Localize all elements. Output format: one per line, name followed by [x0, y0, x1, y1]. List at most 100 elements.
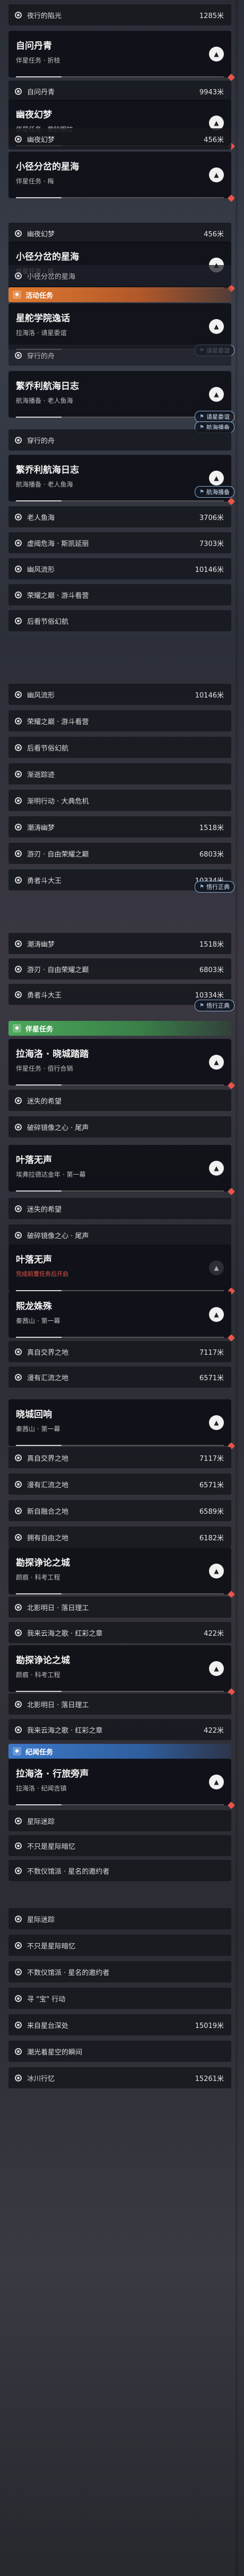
quest-step-row[interactable]: 渐逝踪迹: [8, 763, 231, 784]
chevron-up-icon[interactable]: ▲: [209, 319, 224, 334]
region-tag[interactable]: ⚑ 悟行正典: [195, 881, 234, 893]
quest-step-row[interactable]: 游刃 · 自由荣耀之巅 6803米: [8, 958, 231, 980]
category-icon: ◆: [13, 1747, 21, 1755]
quest-step-row[interactable]: 真自交界之地 7117米: [8, 1447, 231, 1468]
quest-step-row[interactable]: 漫有汇流之地 6571米: [8, 1474, 231, 1495]
quest-step-row[interactable]: 幽风流形 10146米: [8, 684, 231, 705]
quest-step-row[interactable]: 不数仪馆派 · 星名的邀约者: [8, 1860, 231, 1881]
quest-step-label: 勇者斗大王: [27, 991, 62, 1000]
quest-step-row[interactable]: 迷失的希望: [8, 1198, 231, 1219]
chevron-up-icon[interactable]: ▲: [209, 1307, 224, 1322]
quest-step-row[interactable]: 幽夜幻梦 456米: [8, 128, 231, 149]
quest-header[interactable]: 晓城回响 秦茜山 · 第一幕 ▲: [8, 1399, 236, 1450]
quest-step-row[interactable]: 穿行的舟: [8, 345, 231, 366]
quest-step-row[interactable]: 不数仪馆派 · 星名的邀约者: [8, 1961, 231, 1982]
quest-step-row[interactable]: 北影明日 · 落日理工: [8, 1596, 231, 1618]
quest-step-row[interactable]: 不只是星际暗忆: [8, 1935, 231, 1956]
quest-step-row[interactable]: 星际迷踪: [8, 1810, 231, 1831]
quest-title: 熙龙姝殊: [16, 1301, 52, 1312]
quest-step-row[interactable]: 潮涛幽梦 1518米: [8, 816, 231, 837]
chevron-up-icon[interactable]: ▲: [209, 1564, 224, 1578]
distance-label: 15019米: [195, 2022, 224, 2030]
quest-header[interactable]: 叶落无声 完成前置任务后开启 ▲: [8, 1245, 236, 1295]
quest-step-row[interactable]: 潮涛幽梦 1518米: [8, 933, 231, 954]
quest-step-row[interactable]: 夜行的陷光 1285米: [8, 4, 231, 25]
quest-step-row[interactable]: 破碎镜像之心 · 尾声: [8, 1116, 231, 1137]
quest-step-label: 冰川行忆: [27, 2075, 55, 2083]
quest-step-row[interactable]: 北影明日 · 落日理工: [8, 1693, 231, 1715]
region-tag-label: 悟行正典: [206, 884, 230, 890]
quest-step-row[interactable]: 迷失的希望: [8, 1090, 231, 1111]
quest-title: 小径分岔的星海: [16, 252, 79, 262]
chevron-up-icon[interactable]: ▲: [209, 387, 224, 402]
target-dot-icon: [15, 1480, 22, 1488]
quest-header[interactable]: 自问丹青 伴星任务 · 折枝 ▲: [8, 31, 236, 82]
quest-step-row[interactable]: 不只是星际暗忆: [8, 1835, 231, 1856]
scrollbar[interactable]: [236, 0, 238, 2576]
chevron-up-icon[interactable]: ▲: [209, 47, 224, 61]
quest-step-row[interactable]: 我来云海之歌 · 红彩之章 422米: [8, 1622, 231, 1643]
quest-step-label: 幽风流形: [27, 691, 55, 700]
chevron-up-icon[interactable]: ▲: [209, 1161, 224, 1176]
quest-step-row[interactable]: 我来云海之歌 · 红彩之章 422米: [8, 1719, 231, 1740]
distance-label: 6182米: [199, 1534, 224, 1542]
quest-progress-track: [16, 1084, 224, 1086]
diamond-marker-icon: [227, 1801, 236, 1810]
quest-step-row[interactable]: 冰川行忆 15261米: [8, 2067, 231, 2088]
quest-header[interactable]: 小径分岔的星海伴星任务 · 梅 ▲: [8, 152, 236, 202]
region-tag[interactable]: ⚑请星委谊: [195, 411, 234, 422]
region-tag[interactable]: ⚑ 航海播备: [195, 486, 234, 498]
quest-header[interactable]: 勘探诤论之城 颜痕 · 科考工程 ▲: [8, 1548, 236, 1599]
flag-icon: ⚑: [199, 1002, 204, 1009]
chevron-up-icon[interactable]: ▲: [209, 1055, 224, 1070]
quest-step-label: 北影明日 · 落日理工: [27, 1701, 89, 1709]
distance-label: 422米: [204, 1629, 224, 1638]
chevron-up-icon[interactable]: ▲: [209, 167, 224, 182]
quest-step-row[interactable]: 幽风流形 10146米: [8, 558, 231, 579]
quest-step-row[interactable]: 新自融合之地 6589米: [8, 1500, 231, 1521]
quest-step-row[interactable]: 穿行的舟: [8, 429, 231, 451]
distance-label: 10146米: [195, 691, 224, 700]
quest-step-row[interactable]: 潮光着星空的瞬间: [8, 2041, 231, 2062]
target-dot-icon: [15, 744, 22, 751]
chevron-up-icon[interactable]: ▲: [209, 1661, 224, 1676]
quest-step-row[interactable]: 游刃 · 自由荣耀之巅 6803米: [8, 843, 231, 864]
diamond-marker-icon: [227, 1334, 236, 1342]
quest-step-row[interactable]: 后看节俗幻航: [8, 737, 231, 758]
region-tag-label: 航海播备: [206, 489, 230, 496]
quest-step-row[interactable]: 自问丹青 9943米: [8, 81, 231, 102]
quest-step-row[interactable]: 荣耀之巅 · 游斗看营: [8, 584, 231, 605]
quest-step-row[interactable]: 拥有自由之地 6182米: [8, 1527, 231, 1548]
chevron-up-icon[interactable]: ▲: [209, 1260, 224, 1275]
quest-step-row[interactable]: 渐明行动 · 大典危机: [8, 790, 231, 811]
quest-step-row[interactable]: 老人鱼海 3706米: [8, 506, 231, 527]
quest-header[interactable]: 拉海洛 · 行旅旁声 拉海洛 · 纪闻吉镇 ▲: [8, 1759, 236, 1810]
chevron-up-icon[interactable]: ▲: [209, 1415, 224, 1430]
quest-header[interactable]: 熙龙姝殊 秦茜山 · 第一幕 ▲: [8, 1291, 236, 1342]
target-dot-icon: [15, 87, 22, 95]
quest-step-row[interactable]: 后看节俗幻航: [8, 610, 231, 631]
target-dot-icon: [15, 1942, 22, 1949]
quest-header[interactable]: 勘探诤论之城 颜痕 · 科考工程 ▲: [8, 1645, 236, 1696]
quest-step-row[interactable]: 寻 "宝" 行动: [8, 1988, 231, 2009]
target-dot-icon: [15, 1915, 22, 1922]
quest-header[interactable]: 叶落无声 埃弗拉德达金年 · 第一幕 ▲: [8, 1145, 236, 1196]
quest-step-row[interactable]: 虚阈危海 · 斯凯延丽 7303米: [8, 532, 231, 553]
quest-step-row[interactable]: 星际迷踪: [8, 1908, 231, 1929]
quest-step-label: 迷失的希望: [27, 1205, 62, 1214]
quest-step-row[interactable]: 荣耀之巅 · 游斗看营: [8, 710, 231, 731]
category-label: 伴星任务: [25, 1025, 54, 1034]
quest-step-row[interactable]: 小径分岔的星海: [8, 265, 231, 286]
region-tag[interactable]: ⚑ 悟行正典: [195, 1000, 234, 1011]
quest-step-row[interactable]: 破碎镜像之心 · 尾声: [8, 1224, 231, 1246]
quest-step-row[interactable]: 真自交界之地 7117米: [8, 1341, 231, 1362]
quest-header[interactable]: 星舵学院逸话 拉海洛 · 请星委谊 ▲: [8, 303, 236, 354]
quest-step-row[interactable]: 漫有汇流之地 6571米: [8, 1366, 231, 1388]
chevron-up-icon[interactable]: ▲: [209, 471, 224, 486]
quest-header[interactable]: 拉海洛 · 晓城踏踏 伴星任务 · 佰行合销 ▲: [8, 1039, 236, 1090]
category-label: 活动任务: [25, 292, 54, 300]
chevron-up-icon[interactable]: ▲: [209, 1775, 224, 1789]
quest-step-row[interactable]: 幽夜幻梦 456米: [8, 223, 231, 244]
quest-step-label: 来自星台深处: [27, 2022, 69, 2030]
quest-step-row[interactable]: 来自星台深处 15019米: [8, 2014, 231, 2035]
